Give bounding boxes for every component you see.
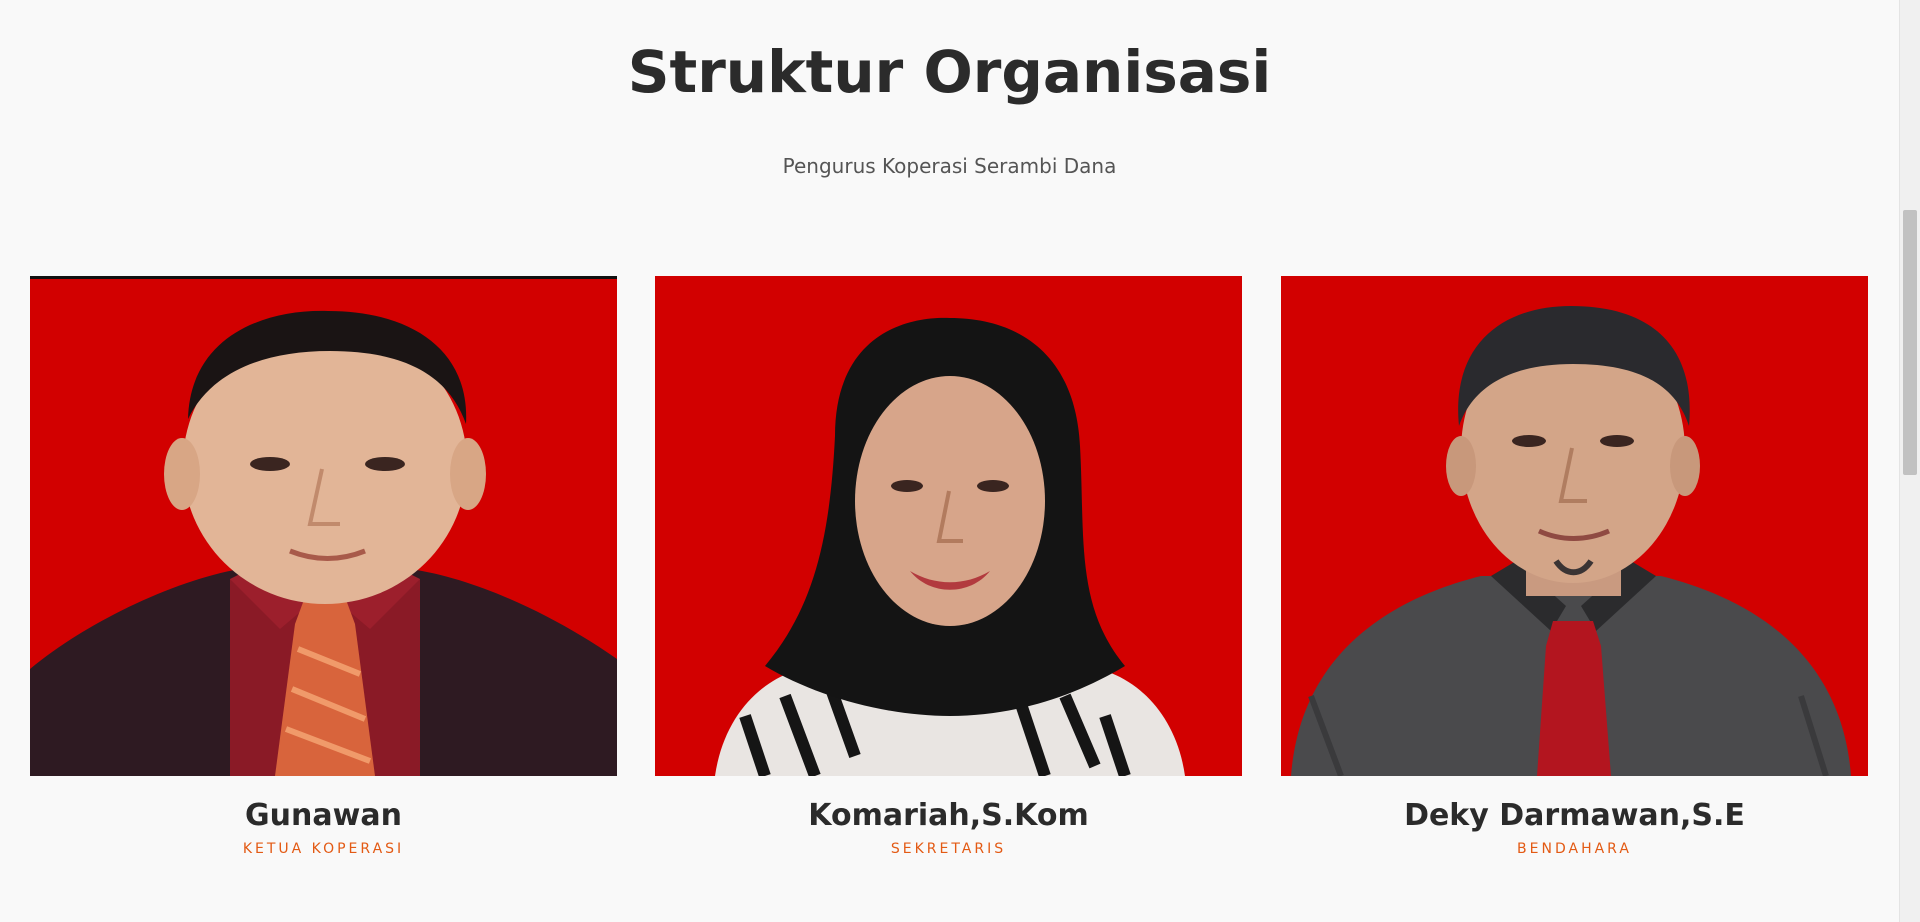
member-card-ketua: Gunawan KETUA KOPERASI [30, 276, 617, 857]
member-role: KETUA KOPERASI [242, 841, 405, 857]
vertical-scrollbar[interactable] [1899, 0, 1920, 922]
portrait-man-suit-icon [30, 279, 617, 776]
portrait-man-shirt-icon [1281, 276, 1868, 776]
member-photo-komariah [655, 276, 1242, 776]
member-name: Komariah,S.Kom [808, 798, 1089, 833]
member-role: SEKRETARIS [890, 841, 1007, 857]
team-section: Struktur Organisasi Pengurus Koperasi Se… [0, 0, 1899, 922]
member-photo-gunawan [30, 276, 617, 776]
section-subtitle: Pengurus Koperasi Serambi Dana [782, 154, 1117, 178]
portrait-woman-hijab-icon [655, 276, 1242, 776]
section-title: Struktur Organisasi [627, 38, 1272, 106]
member-role: BENDAHARA [1517, 841, 1632, 857]
member-photo-deky [1281, 276, 1868, 776]
page: Struktur Organisasi Pengurus Koperasi Se… [0, 0, 1920, 922]
member-card-bendahara: Deky Darmawan,S.E BENDAHARA [1281, 276, 1868, 857]
team-grid: Gunawan KETUA KOPERASI Komariah,S.Kom SE… [30, 276, 1870, 876]
member-name: Gunawan [245, 798, 402, 833]
scrollbar-thumb[interactable] [1903, 210, 1917, 475]
member-card-sekretaris: Komariah,S.Kom SEKRETARIS [655, 276, 1242, 857]
member-name: Deky Darmawan,S.E [1404, 798, 1745, 833]
